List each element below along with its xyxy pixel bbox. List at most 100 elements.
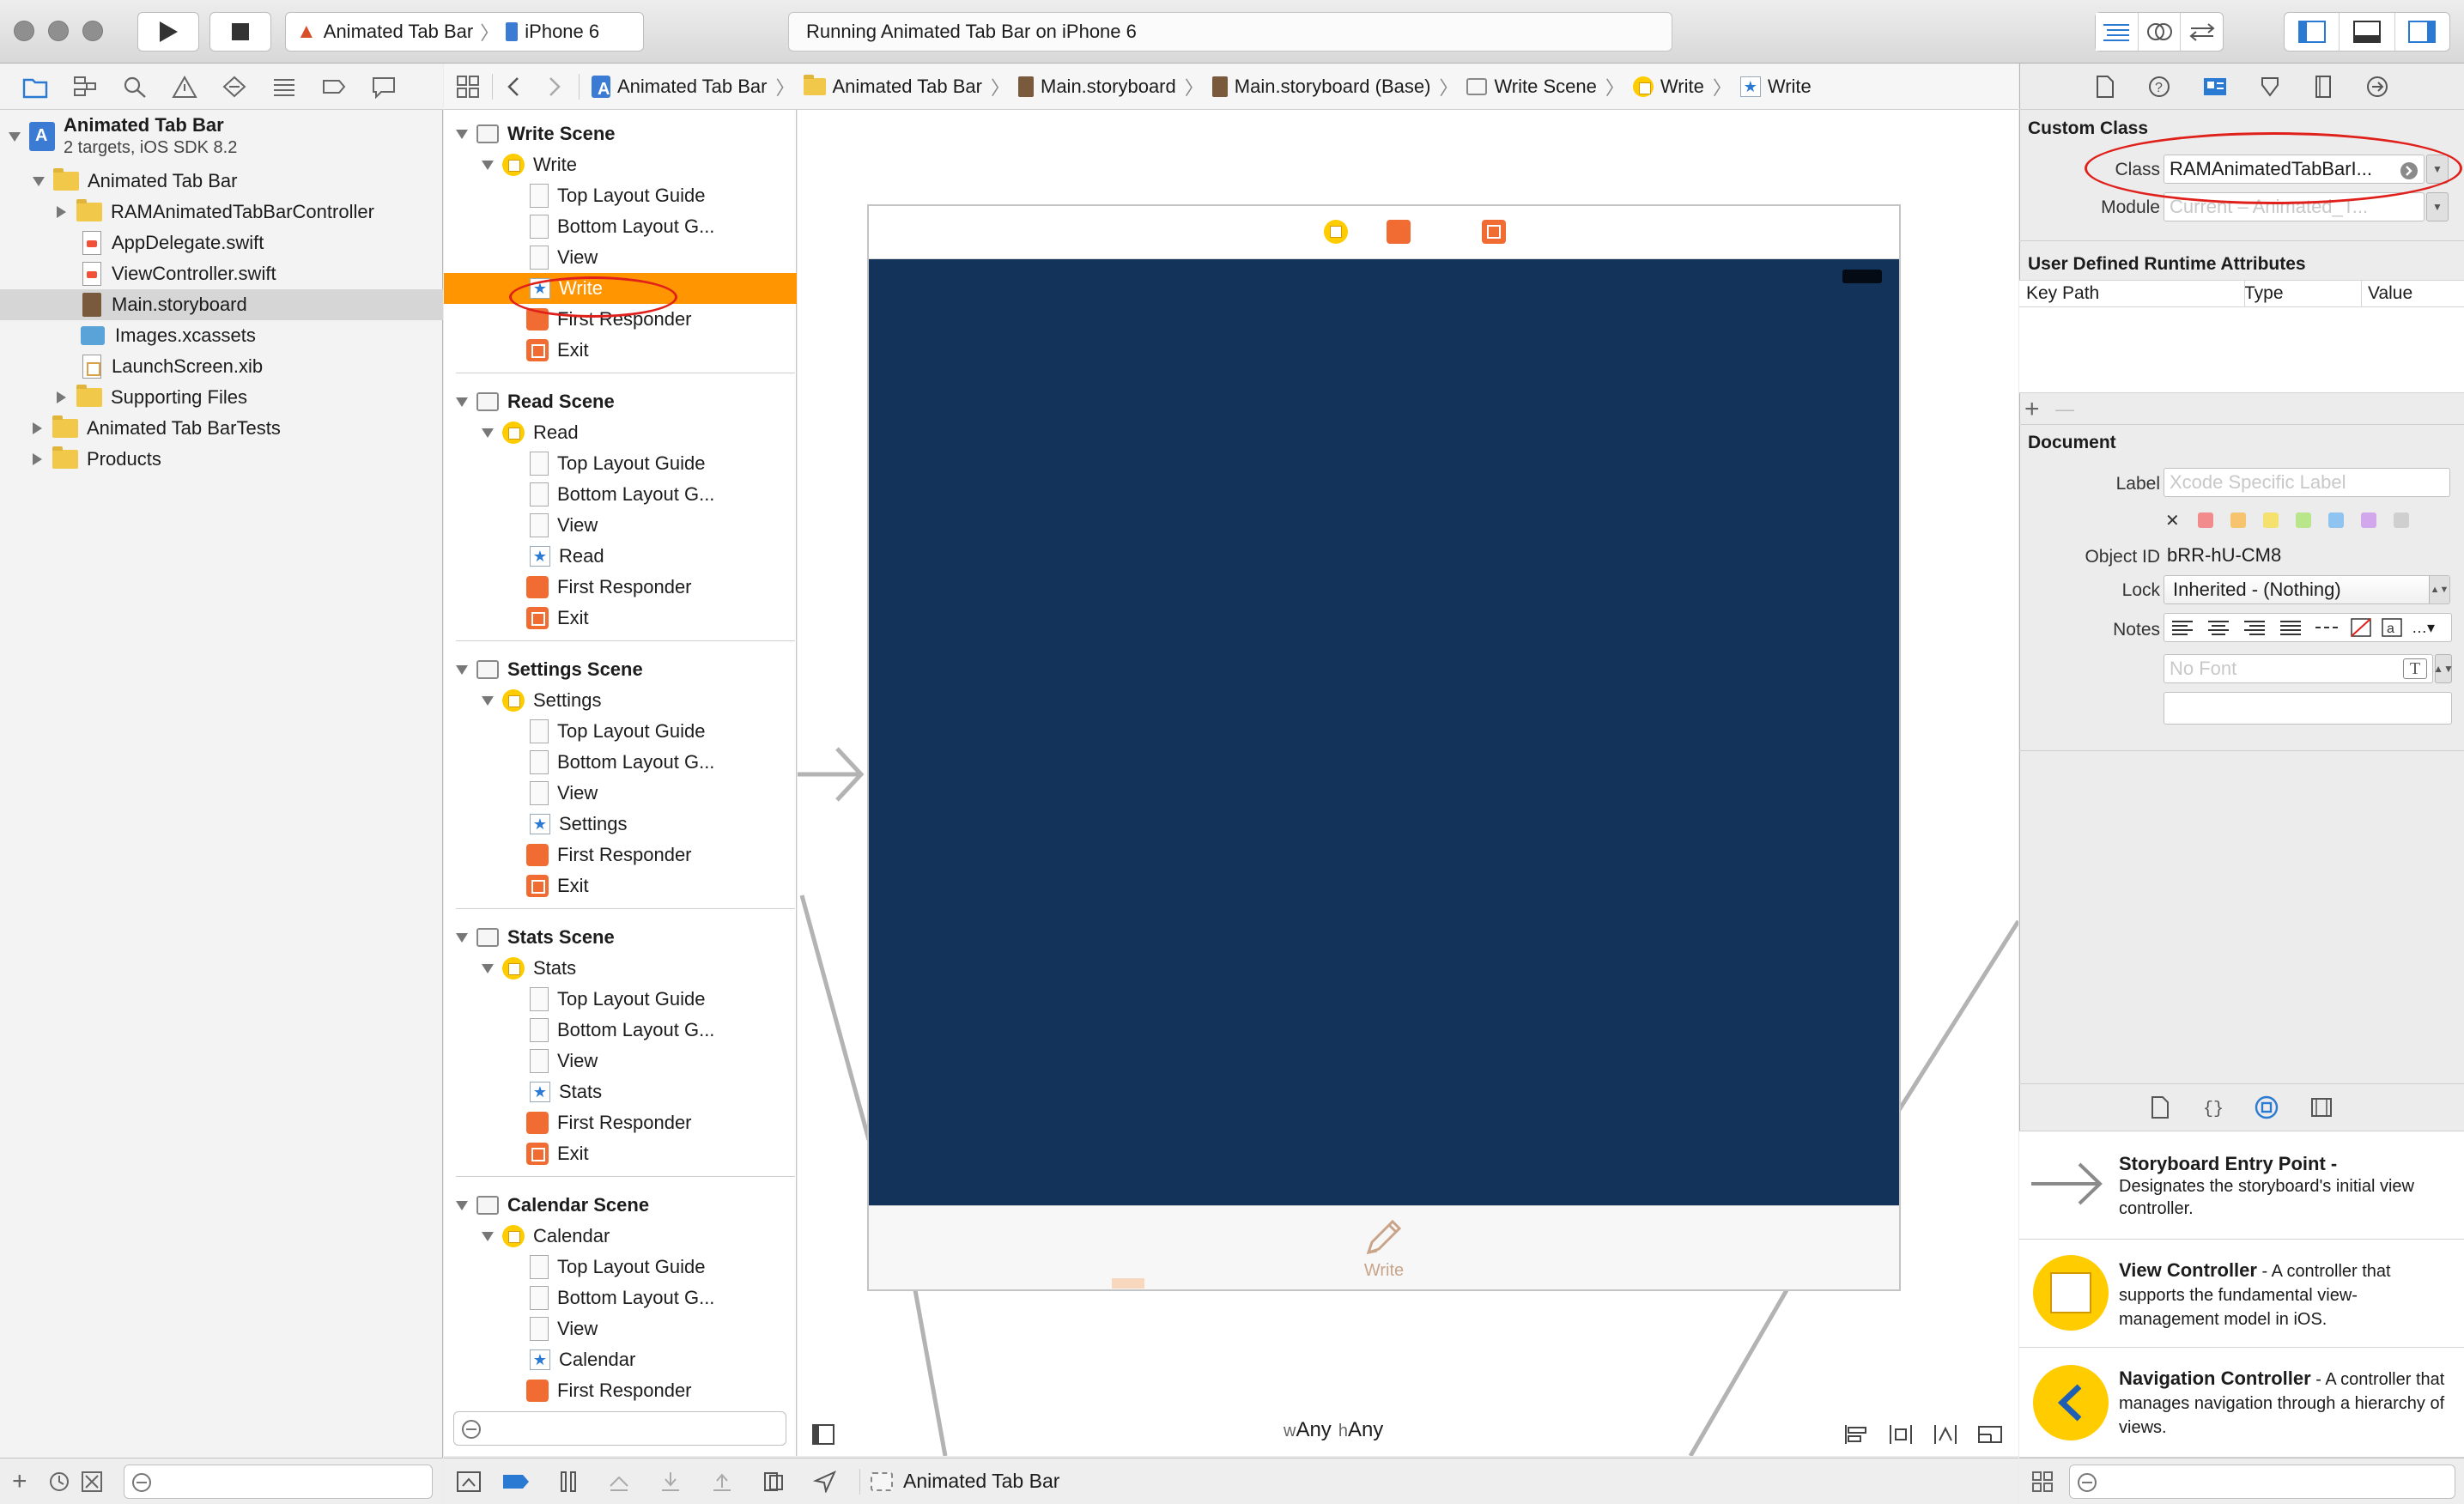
outline-view[interactable]: View xyxy=(444,1313,797,1344)
nav-item-tests[interactable]: Animated Tab BarTests xyxy=(0,413,443,444)
library-item-storyboard-entry[interactable]: Storyboard Entry Point - Designates the … xyxy=(2019,1131,2464,1240)
disclosure-open-icon[interactable] xyxy=(482,963,494,973)
nav-item-viewcontroller[interactable]: ViewController.swift xyxy=(0,258,443,289)
outline-view[interactable]: View xyxy=(444,1046,797,1076)
breakpoint-icon[interactable] xyxy=(321,75,347,99)
justify-icon[interactable] xyxy=(2278,618,2303,637)
nav-item-images[interactable]: Images.xcassets xyxy=(0,320,443,351)
add-attribute-button[interactable]: + xyxy=(2024,397,2040,422)
stop-button[interactable] xyxy=(209,12,271,52)
nav-item-main-storyboard[interactable]: Main.storyboard xyxy=(0,289,443,320)
disclosure-open-icon[interactable] xyxy=(482,428,494,438)
disclosure-open-icon[interactable] xyxy=(456,664,468,675)
scm-filter-icon[interactable] xyxy=(81,1471,103,1493)
outline-tab-bar-item[interactable]: ★ Read xyxy=(444,541,797,572)
library-item-navigation-controller[interactable]: Navigation Controller - A controller tha… xyxy=(2019,1348,2464,1458)
breadcrumb-folder[interactable]: Animated Tab Bar xyxy=(803,74,982,98)
font-size-stepper[interactable]: ▲▼ xyxy=(2433,654,2454,683)
label-color-swatch[interactable] xyxy=(2361,512,2376,528)
nav-item-ram-controller[interactable]: RAMAnimatedTabBarController xyxy=(0,197,443,227)
breadcrumb-project[interactable]: Animated Tab Bar xyxy=(592,75,767,100)
zoom-window-button[interactable] xyxy=(82,21,103,41)
write-view[interactable] xyxy=(869,259,1899,1205)
warning-icon[interactable] xyxy=(172,75,197,99)
related-items-grid-icon[interactable] xyxy=(456,75,480,99)
column-value[interactable]: Value xyxy=(2368,283,2412,304)
outline-exit[interactable]: Exit xyxy=(444,1138,797,1169)
align-right-icon[interactable] xyxy=(2242,618,2267,637)
notes-text-area[interactable] xyxy=(2164,692,2452,725)
font-field[interactable]: No Font T xyxy=(2164,654,2433,683)
pin-icon[interactable] xyxy=(1888,1423,1914,1446)
toggle-debug-button[interactable] xyxy=(2340,13,2395,51)
view-toggle-control[interactable] xyxy=(2284,12,2450,52)
debug-navigator-icon[interactable] xyxy=(271,75,297,99)
file-template-icon[interactable] xyxy=(2150,1095,2170,1119)
exit-icon[interactable] xyxy=(1482,220,1507,244)
file-inspector-icon[interactable] xyxy=(2094,75,2116,99)
outline-top-layout-guide[interactable]: Top Layout Guide xyxy=(444,716,797,747)
media-library-icon[interactable] xyxy=(2309,1095,2334,1119)
outline-filter-field[interactable] xyxy=(453,1411,786,1446)
folder-icon[interactable] xyxy=(22,75,48,99)
identity-inspector-icon[interactable] xyxy=(2202,75,2228,99)
outline-tab-bar-item[interactable]: ★ Stats xyxy=(444,1076,797,1107)
outline-view[interactable]: View xyxy=(444,242,797,273)
disclosure-open-icon[interactable] xyxy=(482,160,494,170)
help-icon[interactable]: ? xyxy=(2147,75,2171,99)
outline-view-controller[interactable]: Read xyxy=(444,417,797,448)
standard-editor-button[interactable] xyxy=(2096,13,2139,51)
outline-tab-bar-item[interactable]: ★ Calendar xyxy=(444,1344,797,1375)
align-center-icon[interactable] xyxy=(2206,618,2231,637)
remove-attribute-button[interactable]: — xyxy=(2055,398,2074,421)
library-item-view-controller[interactable]: View Controller - A controller that supp… xyxy=(2019,1240,2464,1348)
step-out-icon[interactable] xyxy=(710,1471,734,1493)
module-dropdown-button[interactable]: ▼ xyxy=(2426,192,2449,221)
dashes-icon[interactable] xyxy=(2314,618,2340,637)
disclosure-open-icon[interactable] xyxy=(33,176,45,186)
outline-tab-bar-item[interactable]: ★ Settings xyxy=(444,809,797,840)
outline-exit[interactable]: Exit xyxy=(444,603,797,634)
disclosure-open-icon[interactable] xyxy=(482,1231,494,1241)
align-left-icon[interactable] xyxy=(2170,618,2195,637)
text-style-icon[interactable]: a xyxy=(2381,617,2403,638)
breadcrumb-controller[interactable]: Write xyxy=(1632,76,1704,98)
outline-scene-header[interactable]: Read Scene xyxy=(444,386,797,417)
breadcrumb-tab-item[interactable]: ★ Write xyxy=(1739,76,1812,98)
grid-view-icon[interactable] xyxy=(2031,1471,2054,1493)
label-color-swatch[interactable] xyxy=(2263,512,2279,528)
recent-clock-icon[interactable] xyxy=(48,1471,70,1493)
hide-debug-area-icon[interactable] xyxy=(456,1471,482,1493)
toggle-navigator-button[interactable] xyxy=(2285,13,2340,51)
outline-first-responder[interactable]: First Responder xyxy=(444,840,797,870)
outline-bottom-layout-guide[interactable]: Bottom Layout G... xyxy=(444,211,797,242)
outline-exit[interactable]: Exit xyxy=(444,335,797,366)
run-button[interactable] xyxy=(137,12,199,52)
step-over-icon[interactable] xyxy=(607,1471,631,1493)
outline-scene-header[interactable]: Stats Scene xyxy=(444,922,797,953)
outline-view[interactable]: View xyxy=(444,510,797,541)
nav-item-products[interactable]: Products xyxy=(0,444,443,475)
disclosure-open-icon[interactable] xyxy=(456,397,468,407)
resizing-icon[interactable] xyxy=(1977,1423,2003,1446)
connections-inspector-icon[interactable] xyxy=(2365,75,2389,99)
outline-view-controller[interactable]: Write xyxy=(444,149,797,180)
editor-mode-control[interactable] xyxy=(2095,12,2224,52)
assistant-editor-button[interactable] xyxy=(2139,13,2182,51)
object-library-icon[interactable] xyxy=(2255,1095,2279,1119)
nav-item-supporting-files[interactable]: Supporting Files xyxy=(0,382,443,413)
no-color-swatch-icon[interactable] xyxy=(2350,617,2372,638)
more-icon[interactable]: …▾ xyxy=(2412,619,2435,637)
add-icon[interactable]: + xyxy=(12,1467,27,1496)
breakpoints-toggle-icon[interactable] xyxy=(502,1472,530,1491)
size-class-control[interactable]: wAny hAny xyxy=(1284,1418,1383,1442)
disclosure-open-icon[interactable] xyxy=(456,932,468,943)
first-responder-icon[interactable] xyxy=(1387,220,1411,244)
outline-first-responder[interactable]: First Responder xyxy=(444,1107,797,1138)
label-color-swatch[interactable] xyxy=(2328,512,2344,528)
scheme-selector[interactable]: ▲ Animated Tab Bar 〉 iPhone 6 xyxy=(285,12,644,52)
outline-view-controller[interactable]: Calendar xyxy=(444,1221,797,1252)
label-color-swatch[interactable] xyxy=(2230,512,2246,528)
toggle-utilities-button[interactable] xyxy=(2395,13,2449,51)
search-icon[interactable] xyxy=(122,75,148,99)
